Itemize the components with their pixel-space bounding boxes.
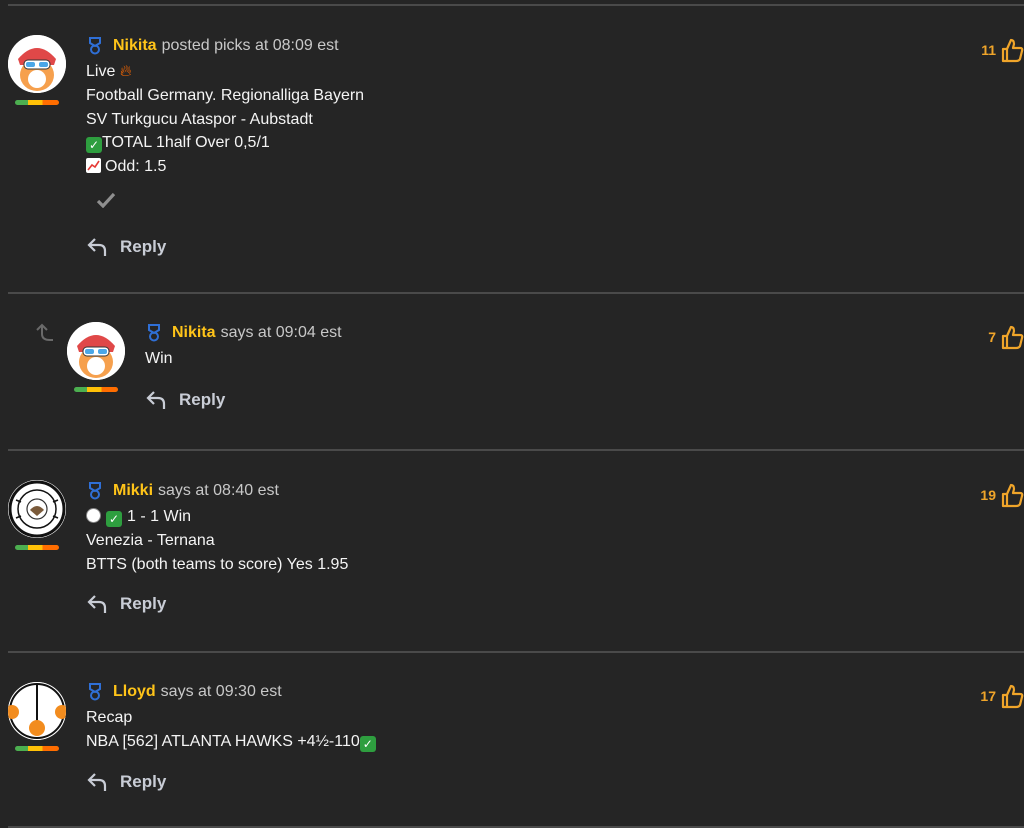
reply-button[interactable]: Reply <box>145 389 225 411</box>
fire-icon: 🔥︎ <box>119 63 132 80</box>
check-mark-icon[interactable] <box>96 192 116 208</box>
post-meta: posted picks at 08:09 est <box>161 37 339 54</box>
reply-label: Reply <box>179 390 226 409</box>
check-mark-icon: ✓ <box>86 137 102 153</box>
chart-icon <box>86 158 101 173</box>
divider <box>8 292 1024 294</box>
medal-icon <box>148 324 160 342</box>
comment-line: Venezia - Ternana <box>86 532 215 549</box>
comment-line: Win <box>145 350 173 367</box>
thumbs-up-icon <box>1001 325 1024 350</box>
post-meta: says at 08:40 est <box>158 482 279 499</box>
reply-arrow-icon <box>146 391 166 409</box>
comment-header: Nikita says at 09:04 est <box>145 324 342 342</box>
avatar[interactable] <box>8 480 66 538</box>
like-button[interactable]: 11 <box>981 37 1024 63</box>
rank-bar <box>15 545 59 550</box>
reply-label: Reply <box>120 772 167 791</box>
avatar[interactable] <box>8 35 66 93</box>
like-button[interactable]: 7 <box>988 324 1024 350</box>
nested-reply-arrow-icon <box>36 323 53 341</box>
post-meta: says at 09:30 est <box>160 683 282 700</box>
author-name[interactable]: Nikita <box>172 324 216 342</box>
thumbs-up-icon <box>1001 38 1024 63</box>
comment-line: ✓ TOTAL 1half Over 0,5/1 <box>86 134 270 153</box>
like-count: 19 <box>980 487 996 503</box>
soccer-ball-icon <box>86 508 101 523</box>
medal-icon <box>89 37 101 55</box>
reply-label: Reply <box>120 237 167 256</box>
comment-line: Recap <box>86 709 133 726</box>
post-meta: says at 09:04 est <box>220 324 342 341</box>
reply-button[interactable]: Reply <box>86 771 166 793</box>
divider <box>8 4 1024 6</box>
comment-line: Odd: 1.5 <box>86 158 166 176</box>
divider <box>8 651 1024 653</box>
thumbs-up-icon <box>1001 684 1024 709</box>
reply-arrow-icon <box>87 773 107 791</box>
rank-bar <box>15 746 59 751</box>
reply-label: Reply <box>120 594 167 613</box>
check-mark-icon: ✓ <box>359 736 376 752</box>
medal-icon <box>89 683 101 701</box>
divider <box>8 449 1024 451</box>
author-name[interactable]: Lloyd <box>113 683 156 701</box>
author-name[interactable]: Nikita <box>113 37 157 55</box>
thumbs-up-icon <box>1001 483 1024 508</box>
comment-line: Football Germany. Regionalliga Bayern <box>86 87 365 104</box>
reply-arrow-icon <box>87 595 107 613</box>
check-mark-icon: ✓ <box>106 511 122 527</box>
like-button[interactable]: 17 <box>980 683 1024 709</box>
like-count: 11 <box>981 42 996 58</box>
comment-line: Live 🔥︎ <box>86 63 132 80</box>
avatar[interactable] <box>8 682 66 740</box>
comment-line: NBA [562] ATLANTA HAWKS +4½-110 ✓ <box>86 733 376 752</box>
rank-bar <box>15 100 59 105</box>
comment-line: ✓ 1 - 1 Win <box>86 508 191 527</box>
comment-line: SV Turkgucu Ataspor - Aubstadt <box>86 111 313 128</box>
like-count: 17 <box>980 688 996 704</box>
comment-header: Nikita posted picks at 08:09 est <box>86 37 339 55</box>
avatar[interactable] <box>67 322 125 380</box>
like-button[interactable]: 19 <box>980 482 1024 508</box>
like-count: 7 <box>988 329 996 345</box>
author-name[interactable]: Mikki <box>113 482 153 500</box>
comment-header: Mikki says at 08:40 est <box>86 482 279 500</box>
reply-arrow-icon <box>87 238 107 256</box>
rank-bar <box>74 387 118 392</box>
comment-line: BTTS (both teams to score) Yes 1.95 <box>86 556 349 573</box>
reply-button[interactable]: Reply <box>86 236 166 258</box>
comment-header: Lloyd says at 09:30 est <box>86 683 282 701</box>
medal-icon <box>89 482 101 500</box>
reply-button[interactable]: Reply <box>86 593 166 615</box>
